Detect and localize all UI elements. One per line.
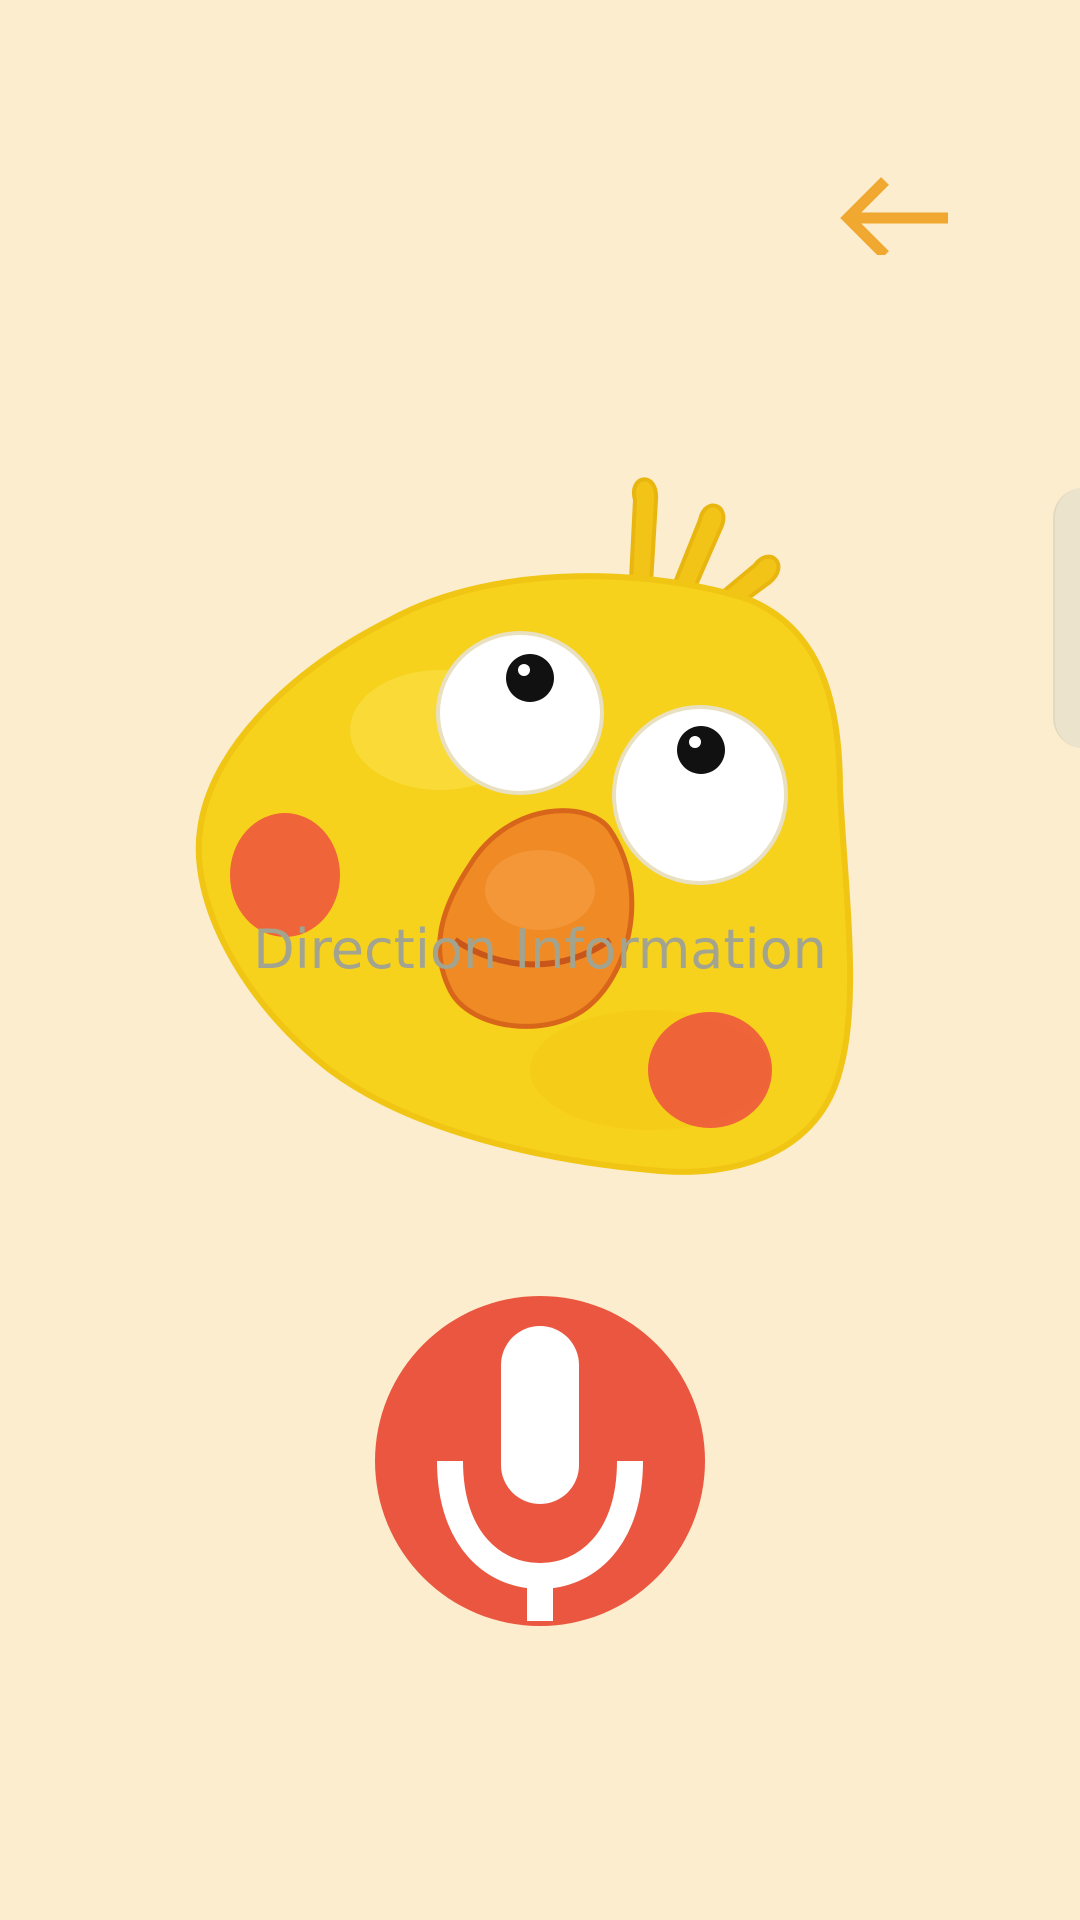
edge-panel-handle[interactable]	[1053, 488, 1080, 748]
back-button[interactable]	[820, 155, 960, 265]
arrow-left-icon	[840, 177, 948, 255]
microphone-icon	[437, 1326, 643, 1621]
bird-mascot-image	[195, 477, 854, 1175]
microphone-button[interactable]	[375, 1296, 705, 1626]
direction-information-label: Direction Information	[253, 918, 827, 981]
